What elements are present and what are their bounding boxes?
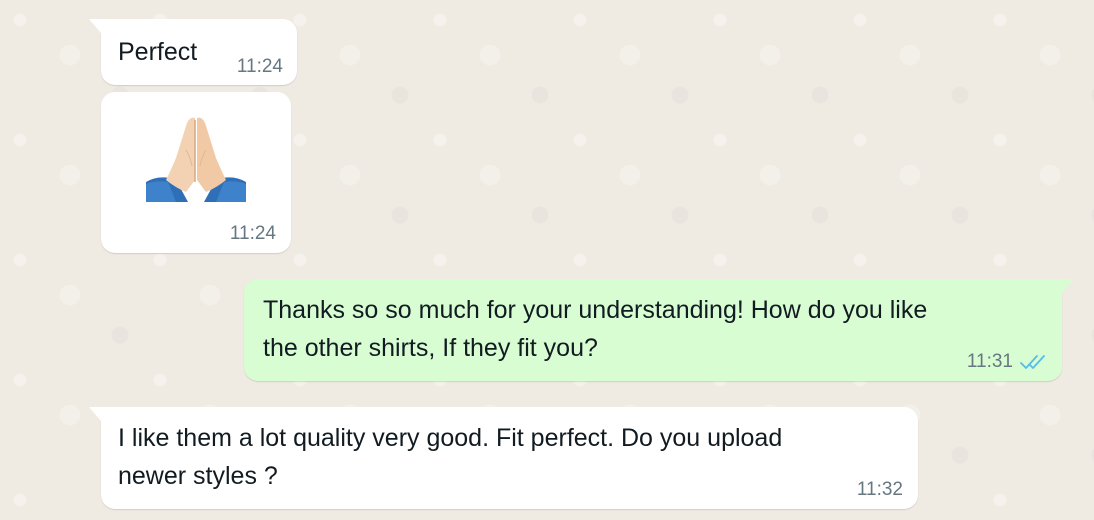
bubble-tail [89, 407, 101, 421]
message-text: Thanks so so much for your understanding… [263, 291, 1053, 367]
bubble-tail [1062, 279, 1074, 293]
message-text-line: I like them a lot quality very good. Fit… [118, 424, 783, 452]
message-timestamp: 11:24 [236, 56, 283, 77]
message-text-line: the other shirts, If they fit you? [263, 334, 598, 362]
message-text: Perfect [118, 38, 198, 66]
folded-hands-emoji-icon [146, 117, 246, 202]
message-bubble-incoming[interactable]: I like them a lot quality very good. Fit… [89, 407, 918, 509]
message-timestamp: 11:32 [856, 479, 903, 500]
message-timestamp: 11:24 [229, 223, 276, 244]
message-text-line: newer styles ? [118, 462, 278, 490]
message-meta: 11:31 [967, 352, 1049, 371]
message-timestamp: 11:31 [966, 351, 1013, 372]
message-bubble-incoming[interactable]: Perfect 11:24 [89, 19, 297, 85]
message-text-line: Thanks so so much for your understanding… [263, 296, 928, 324]
message-bubble-emoji[interactable]: 11:24 [101, 92, 291, 253]
message-text: I like them a lot quality very good. Fit… [118, 419, 908, 495]
message-bubble-outgoing[interactable]: Thanks so so much for your understanding… [244, 279, 1074, 381]
double-check-read-icon [1020, 354, 1045, 369]
bubble-tail [89, 19, 101, 33]
